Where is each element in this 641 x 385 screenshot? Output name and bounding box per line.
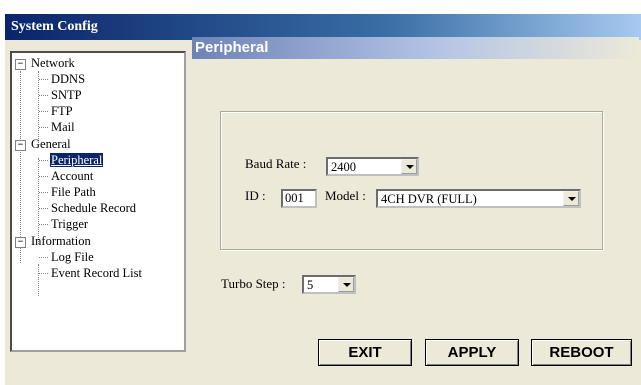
tree-item-label: Peripheral: [50, 153, 104, 167]
apply-button[interactable]: APPLY: [425, 339, 519, 366]
tree-item-label: General: [31, 137, 71, 151]
baud-rate-select[interactable]: 2400: [326, 157, 419, 176]
collapse-icon[interactable]: −: [15, 58, 26, 70]
tree-item-trigger[interactable]: Trigger: [50, 216, 89, 232]
tree-connector: [39, 111, 48, 112]
tree-item-label: Schedule Record: [51, 201, 137, 215]
tree-item-label: FTP: [51, 104, 73, 118]
tree-item-label: Account: [51, 169, 94, 183]
id-label: ID :: [245, 188, 266, 203]
model-value: 4CH DVR (FULL): [381, 192, 477, 206]
tree-item-label: Network: [31, 56, 75, 70]
turbo-step-select[interactable]: 5: [302, 275, 356, 294]
tree-item-information[interactable]: − Information: [15, 233, 92, 249]
top-strip: [0, 0, 641, 14]
tree-item-file-path[interactable]: File Path: [50, 184, 97, 200]
tree-connector: [39, 224, 48, 225]
tree-item-general[interactable]: − General: [15, 136, 72, 152]
tree-connector: [39, 95, 48, 96]
tree-item-mail[interactable]: Mail: [50, 119, 76, 135]
tree-connector: [39, 79, 48, 80]
tree-connector: [39, 257, 48, 258]
baud-rate-value: 2400: [331, 160, 356, 174]
tree-connector: [38, 158, 39, 244]
id-field[interactable]: 001: [281, 189, 317, 208]
tree-item-schedule-record[interactable]: Schedule Record: [50, 200, 137, 216]
turbo-step-value: 5: [307, 278, 314, 292]
tree-connector: [39, 273, 48, 274]
tree-connector: [39, 127, 48, 128]
tree-connector: [39, 192, 48, 193]
collapse-icon[interactable]: −: [15, 236, 26, 248]
tree-connector: [38, 264, 39, 296]
chevron-down-icon[interactable]: [563, 191, 579, 206]
config-tree[interactable]: − Network DDNS SNTP FTP Mail − General Per…: [10, 51, 186, 352]
tree-connector: [39, 176, 48, 177]
turbo-step-label: Turbo Step :: [221, 276, 286, 291]
tree-item-peripheral[interactable]: Peripheral: [50, 152, 104, 168]
tree-item-ftp[interactable]: FTP: [50, 103, 74, 119]
tree-item-network[interactable]: − Network: [15, 55, 76, 71]
section-title: Peripheral: [192, 37, 639, 59]
chevron-down-icon[interactable]: [401, 159, 417, 174]
tree-item-label: Information: [31, 234, 91, 248]
peripheral-groupbox: [220, 111, 603, 250]
tree-item-label: Trigger: [51, 217, 89, 231]
tree-item-account[interactable]: Account: [50, 168, 94, 184]
tree-item-label: DDNS: [51, 72, 86, 86]
tree-item-sntp[interactable]: SNTP: [50, 87, 83, 103]
exit-button[interactable]: EXIT: [318, 339, 412, 366]
tree-item-label: Mail: [51, 120, 75, 134]
tree-connector: [38, 71, 39, 143]
model-label: Model :: [325, 188, 366, 203]
chevron-down-icon[interactable]: [338, 277, 354, 292]
tree-connector: [39, 160, 48, 161]
tree-item-log-file[interactable]: Log File: [50, 249, 95, 265]
tree-connector: [39, 208, 48, 209]
tree-item-label: File Path: [51, 185, 96, 199]
tree-item-ddns[interactable]: DDNS: [50, 71, 86, 87]
tree-item-label: SNTP: [51, 88, 82, 102]
tree-item-label: Event Record List: [51, 266, 142, 280]
model-select[interactable]: 4CH DVR (FULL): [376, 189, 581, 208]
baud-rate-label: Baud Rate :: [245, 156, 307, 171]
collapse-icon[interactable]: −: [15, 139, 26, 151]
tree-item-event-record-list[interactable]: Event Record List: [50, 265, 143, 281]
reboot-button[interactable]: REBOOT: [531, 339, 632, 366]
tree-item-label: Log File: [51, 250, 94, 264]
